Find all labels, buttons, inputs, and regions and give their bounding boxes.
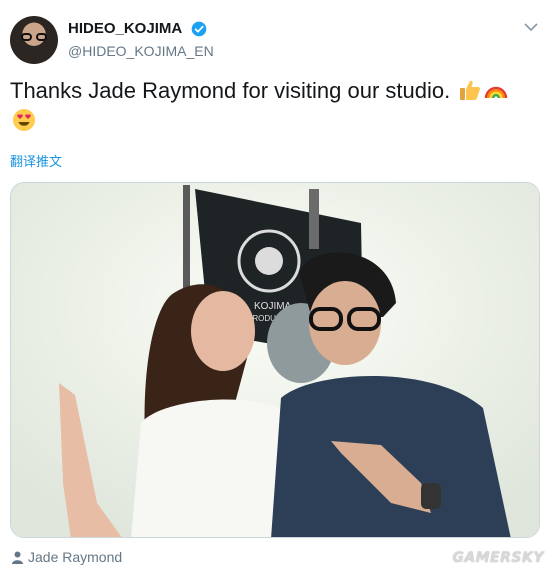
photo-illustration: KOJIMA PRODUCTIONS	[11, 183, 539, 537]
thumbs-up-emoji-icon	[460, 80, 481, 100]
avatar[interactable]	[10, 16, 58, 64]
watermark: GAMERSKY	[452, 550, 544, 566]
tagged-person[interactable]: Jade Raymond	[12, 549, 122, 565]
display-name[interactable]: HIDEO_KOJIMA	[68, 20, 182, 37]
tweet: HIDEO_KOJIMA @HIDEO_KOJIMA_EN Thanks Jad…	[0, 0, 550, 571]
rainbow-emoji-icon	[485, 86, 508, 99]
woman-shirt	[131, 399, 296, 537]
woman-face	[191, 291, 255, 371]
tweet-text: Thanks Jade Raymond for visiting our stu…	[10, 78, 451, 103]
tweet-header: HIDEO_KOJIMA @HIDEO_KOJIMA_EN	[10, 14, 540, 66]
person-icon	[12, 551, 23, 564]
tweet-text-block: Thanks Jade Raymond for visiting our stu…	[10, 76, 540, 136]
translate-tweet-link[interactable]: 翻译推文	[10, 151, 62, 170]
chevron-down-icon[interactable]	[524, 22, 538, 32]
user-names[interactable]: HIDEO_KOJIMA @HIDEO_KOJIMA_EN	[68, 20, 214, 59]
man-face	[309, 281, 381, 365]
verified-badge-icon	[191, 21, 206, 37]
tagged-person-name: Jade Raymond	[28, 549, 123, 565]
user-handle[interactable]: @HIDEO_KOJIMA_EN	[68, 43, 214, 59]
tweet-photo[interactable]: KOJIMA PRODUCTIONS	[10, 182, 540, 538]
heart-eyes-emoji-icon	[13, 109, 35, 131]
avatar-glasses	[21, 33, 47, 41]
